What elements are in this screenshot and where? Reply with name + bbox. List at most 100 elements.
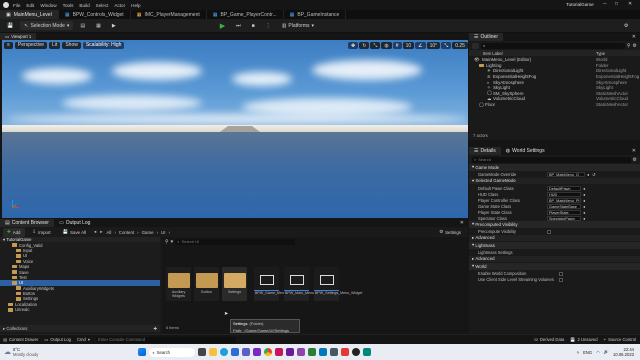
save-all-button[interactable]: 💾 Save All [59, 228, 90, 237]
visibility-icon[interactable]: 👁 [474, 57, 482, 63]
player-state-dropdown[interactable]: PlayerState [547, 209, 581, 215]
asset-tile-main-menu-widget[interactable]: BPW_Main_Menu_Widget [284, 267, 327, 301]
outliner-search-input[interactable]: ⌕ [481, 42, 625, 49]
windows-start-icon[interactable] [138, 348, 147, 356]
section-world[interactable]: ▾ World [469, 263, 640, 270]
menu-help[interactable]: Help [131, 3, 140, 8]
column-type[interactable]: Type [596, 51, 640, 56]
console-command-input[interactable]: Enter Console Command [95, 336, 236, 343]
clock[interactable]: 22:44 10.06.2023 [613, 347, 634, 357]
task-view-icon[interactable] [198, 348, 207, 356]
close-icon[interactable]: ✕ [632, 148, 636, 154]
stop-button[interactable]: ■ [248, 21, 259, 30]
import-button[interactable]: ⇩ Import [29, 228, 55, 237]
section-lightmass[interactable]: ▾ Lightmass [469, 242, 640, 249]
close-icon[interactable]: ✕ [628, 1, 632, 7]
teams-icon[interactable] [242, 348, 251, 356]
tab-details[interactable]: ☰ Details [469, 147, 501, 155]
angle-snap-icon[interactable]: ∠ [415, 42, 426, 49]
filter-icon[interactable]: ⚲ [165, 239, 169, 245]
unsaved-button[interactable]: 💾 2 Unsaved [570, 337, 597, 343]
world-composition-checkbox[interactable] [559, 271, 563, 276]
tab-viewport-1[interactable]: ▭ Viewport 1 [0, 33, 37, 40]
outliner-row-lighting[interactable]: Lighting Folder [469, 63, 640, 69]
menu-window[interactable]: Window [40, 3, 56, 8]
visual-studio-icon[interactable] [297, 348, 306, 356]
play-options-icon[interactable]: ⋮ [262, 21, 275, 30]
tab-bpw-controls[interactable]: ▦ BPW_Controls_Widget [59, 10, 131, 19]
content-drawer-button[interactable]: ▤ Content Drawer [3, 337, 38, 342]
grid-size-value[interactable]: 10 [402, 42, 415, 49]
tab-imc-player[interactable]: ▦ IMC_PlayerManagement [131, 10, 207, 19]
app-icon[interactable] [341, 348, 350, 356]
menu-actor[interactable]: Actor [114, 3, 125, 8]
cb-settings-button[interactable]: ⚙ Settings [435, 228, 465, 237]
outliner-row-sky-light[interactable]: ✧ SkyLight SkyLight [469, 85, 640, 91]
collections-header[interactable]: ▸ Collections ✚ [0, 325, 160, 332]
show-button[interactable]: Show [62, 41, 81, 49]
default-pawn-dropdown[interactable]: DefaultPawn [547, 185, 581, 191]
content-icon[interactable]: ▤ [76, 21, 89, 30]
app-icon[interactable] [363, 348, 372, 356]
file-explorer-icon[interactable] [209, 348, 218, 356]
column-item-label[interactable]: Item Label [483, 51, 596, 56]
lit-button[interactable]: Lit [49, 41, 61, 49]
breadcrumb-item[interactable]: All [106, 230, 111, 235]
filter-icon[interactable]: ⚲ [627, 43, 631, 49]
section-advanced[interactable]: ▸ Advanced [469, 234, 640, 241]
browse-icon[interactable]: ◂ [583, 210, 585, 215]
tab-output-log[interactable]: ▭ Output Log [54, 219, 95, 227]
outliner-settings-icon[interactable]: ⚙ [633, 43, 637, 49]
section-selected-gamemode[interactable]: ▾ Selected GameMode [469, 177, 640, 184]
platforms-button[interactable]: ▥ Platforms ▾ [278, 21, 318, 30]
settings-button[interactable]: ⚙ [620, 21, 632, 30]
taskbar-search[interactable]: ⌕ Search [149, 347, 196, 357]
scale-size-value[interactable]: 0.25 [452, 42, 468, 49]
outliner-row-height-fog[interactable]: ≋ ExponentialHeightFog ExponentialHeightF… [469, 74, 640, 80]
outliner-row-sky-sphere[interactable]: ◯ SM_SkySphere StaticMeshActor [469, 90, 640, 97]
outliner-row-world[interactable]: 👁 MainMenu_Level (Editor) World [469, 57, 640, 63]
back-icon[interactable]: ◂ [94, 229, 96, 235]
menu-select[interactable]: Select [96, 3, 109, 8]
cmd-dropdown[interactable]: Cmd ▾ [77, 337, 90, 342]
menu-build[interactable]: Build [79, 3, 89, 8]
browse-icon[interactable]: ◂ [583, 216, 585, 221]
browse-icon[interactable]: ◂ [583, 204, 585, 209]
world-space-icon[interactable]: ◍ [381, 42, 392, 49]
app-icon[interactable] [253, 348, 262, 356]
add-collection-icon[interactable]: ✚ [153, 326, 157, 332]
client-streaming-checkbox[interactable] [559, 277, 563, 282]
outliner-row-sky-atmosphere[interactable]: ◐ SkyAtmosphere SkyAtmosphere [469, 79, 640, 85]
menu-file[interactable]: File [13, 3, 20, 8]
breadcrumb-item[interactable]: Content [119, 230, 134, 235]
derived-data-button[interactable]: ⛁ Derived Data [534, 337, 564, 342]
chevron-up-icon[interactable]: ˄ [577, 350, 579, 355]
breadcrumb-item[interactable]: Game [142, 230, 154, 235]
tab-content-browser[interactable]: ▤ Content Browser [0, 219, 54, 227]
outliner-row-floor[interactable]: ◯ Floor StaticMeshActor [469, 102, 640, 108]
tree-item[interactable]: Unrealc [0, 307, 160, 312]
gamemode-override-dropdown[interactable]: BP_MainMenu_G [547, 172, 585, 177]
save-icon[interactable]: 💾 [3, 21, 17, 30]
section-game-mode[interactable]: ▾ Game Mode [469, 164, 640, 171]
add-button[interactable]: ✚ Add [3, 227, 25, 237]
grid-snap-icon[interactable]: # [392, 42, 402, 49]
unreal-taskbar-icon[interactable] [352, 348, 361, 356]
asset-tile-settings-menu-widget[interactable]: BPW_Settings_Menu_Widget [314, 267, 362, 301]
scale-icon[interactable]: ⤡ [370, 42, 381, 49]
outliner-row-directional-light[interactable]: ☀ DirectionalLight DirectionalLight [469, 68, 640, 74]
perspective-button[interactable]: Perspective [14, 41, 48, 49]
details-search-input[interactable]: ⌕ Search [472, 156, 631, 163]
outliner-row-volumetric-cloud[interactable]: ☁ VolumetricCloud VolumetricCloud [469, 96, 640, 102]
scale-snap-icon[interactable]: ⤡ [441, 42, 452, 49]
store-icon[interactable] [231, 348, 240, 356]
folder-tile-settings[interactable]: Settings [222, 267, 247, 301]
reset-icon[interactable]: ↺ [592, 172, 595, 177]
source-control-button[interactable]: ⑂ Source Control [604, 337, 636, 342]
chrome-icon[interactable] [264, 348, 273, 356]
level-viewport[interactable]: ≡ Perspective Lit Show Scalability: High… [2, 40, 468, 218]
section-advanced-2[interactable]: ▸ Advanced [469, 255, 640, 262]
tab-world-settings[interactable]: ◍ World Settings [501, 147, 550, 155]
step-button[interactable]: ⏭ [232, 21, 245, 30]
language-indicator[interactable]: ENG [583, 350, 592, 355]
